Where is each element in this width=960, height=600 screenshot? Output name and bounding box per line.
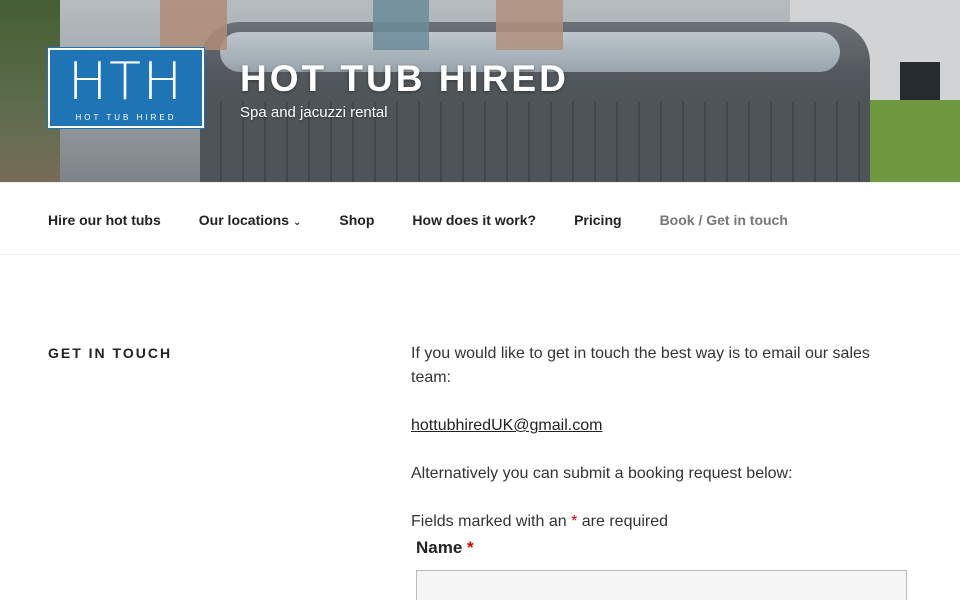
nav-item-label: Our locations bbox=[198, 211, 290, 228]
nav-item-book-get-in-touch[interactable]: Book / Get in touch bbox=[660, 212, 788, 228]
booking-text: Alternatively you can submit a booking r… bbox=[411, 465, 793, 482]
name-field-label: Name * bbox=[416, 538, 474, 558]
page-title: GET IN TOUCH bbox=[48, 345, 173, 361]
site-logo[interactable]: HTH HOT TUB HIRED bbox=[47, 47, 205, 129]
site-description: Spa and jacuzzi rental bbox=[240, 104, 388, 121]
chevron-down-icon: ⌄ bbox=[293, 216, 302, 228]
required-note: Fields marked with an * are required bbox=[411, 510, 911, 534]
main-navigation: Hire our hot tubs Our locations ⌄ Shop Ho… bbox=[0, 182, 960, 255]
header-banner: HTH HOT TUB HIRED HOT TUB HIRED Spa and … bbox=[0, 0, 960, 182]
nav-item-our-locations[interactable]: Our locations ⌄ bbox=[199, 212, 302, 228]
nav-item-how-it-works[interactable]: How does it work? bbox=[412, 212, 536, 228]
required-note-suffix: are required bbox=[581, 513, 669, 530]
email-link[interactable]: hottubhiredUK@gmail.com bbox=[411, 417, 602, 434]
name-label-text: Name bbox=[416, 538, 463, 557]
nav-item-shop[interactable]: Shop bbox=[339, 212, 374, 228]
page-content: If you would like to get in touch the be… bbox=[411, 342, 911, 558]
required-asterisk: * bbox=[571, 513, 578, 530]
intro-text: If you would like to get in touch the be… bbox=[411, 345, 870, 386]
logo-tagline: HOT TUB HIRED bbox=[75, 113, 177, 122]
name-input[interactable] bbox=[416, 570, 907, 600]
nav-item-pricing[interactable]: Pricing bbox=[574, 212, 621, 228]
logo-initials: HTH bbox=[68, 52, 184, 112]
site-title[interactable]: HOT TUB HIRED bbox=[240, 58, 569, 100]
required-asterisk: * bbox=[467, 538, 474, 557]
required-note-prefix: Fields marked with an bbox=[411, 513, 567, 530]
nav-item-hire-hot-tubs[interactable]: Hire our hot tubs bbox=[48, 212, 161, 228]
